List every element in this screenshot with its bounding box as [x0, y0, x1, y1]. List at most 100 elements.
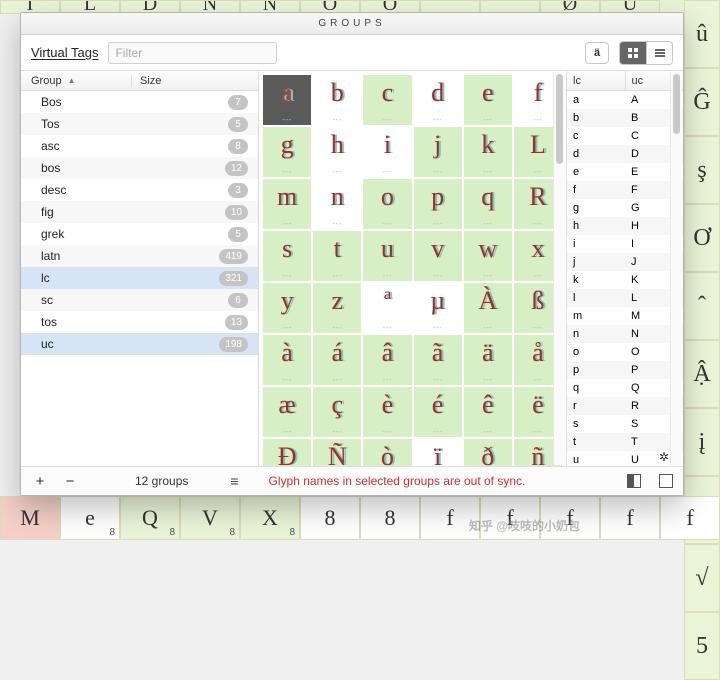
group-size-badge: 419 — [219, 249, 248, 264]
mapping-row[interactable]: mM — [567, 307, 683, 325]
glyph-cell[interactable]: ÑÑ--- — [313, 439, 361, 466]
glyph-cell[interactable]: oo--- — [363, 179, 411, 229]
glyph-cell[interactable]: nn--- — [313, 179, 361, 229]
mapping-row[interactable]: iI — [567, 235, 683, 253]
mapping-row[interactable]: qQ — [567, 379, 683, 397]
mapping-row[interactable]: oO — [567, 343, 683, 361]
group-row[interactable]: asc8 — [21, 135, 258, 157]
glyph-cell[interactable]: ÀÀ--- — [464, 283, 512, 333]
mapping-row[interactable]: fF — [567, 181, 683, 199]
virtual-tags-link[interactable]: Virtual Tags — [31, 45, 98, 60]
group-name: latn — [41, 249, 219, 263]
mapping-row[interactable]: hH — [567, 217, 683, 235]
mapping-header-lc[interactable]: lc — [567, 71, 625, 90]
glyph-cell[interactable]: ss--- — [263, 231, 311, 281]
glyph-cell[interactable]: mm--- — [263, 179, 311, 229]
right-scrollbar[interactable] — [670, 72, 682, 465]
mapping-row[interactable]: dD — [567, 145, 683, 163]
group-row[interactable]: sc6 — [21, 289, 258, 311]
glyph-cell[interactable]: hh--- — [313, 127, 361, 177]
glyph-grid[interactable]: aa---bb---cc---dd---ee---ff---gg---hh---… — [259, 71, 566, 466]
remove-button[interactable]: − — [61, 473, 79, 490]
glyph-cell[interactable]: éé--- — [414, 387, 462, 437]
glyph-cell[interactable]: ii--- — [363, 127, 411, 177]
glyph-cell[interactable]: èè--- — [363, 387, 411, 437]
mapping-row[interactable]: jJ — [567, 253, 683, 271]
scrollbar-thumb[interactable] — [556, 74, 563, 164]
mapping-row[interactable]: gG — [567, 199, 683, 217]
compare-mode-half-icon[interactable] — [627, 474, 641, 488]
glyph-cell[interactable]: ää--- — [464, 335, 512, 385]
mapping-list[interactable]: aAbBcCdDeEfFgGhHiIjJkKlLmMnNoOpPqQrRsStT… — [567, 91, 683, 466]
glyph-cell[interactable]: ââ--- — [363, 335, 411, 385]
glyph-cell[interactable]: ïï--- — [414, 439, 462, 466]
glyph-cell[interactable]: áá--- — [313, 335, 361, 385]
group-row[interactable]: bos12 — [21, 157, 258, 179]
glyph-cell[interactable]: êê--- — [464, 387, 512, 437]
glyph-cell[interactable]: ww--- — [464, 231, 512, 281]
mapping-row[interactable]: nN — [567, 325, 683, 343]
glyph-cell[interactable]: ee--- — [464, 75, 512, 125]
glyph-cell[interactable]: dd--- — [414, 75, 462, 125]
group-row[interactable]: desc3 — [21, 179, 258, 201]
mapping-row[interactable]: cC — [567, 127, 683, 145]
glyph-cell[interactable]: òò--- — [363, 439, 411, 466]
add-button[interactable]: + — [31, 473, 49, 490]
glyph-cell[interactable]: ææ--- — [263, 387, 311, 437]
scrollbar-thumb[interactable] — [673, 74, 680, 134]
glyph-cell[interactable]: uu--- — [363, 231, 411, 281]
group-row[interactable]: latn419 — [21, 245, 258, 267]
group-row[interactable]: Tos5 — [21, 113, 258, 135]
group-row[interactable]: fig10 — [21, 201, 258, 223]
view-grid-button[interactable] — [620, 42, 646, 64]
glyph-cell[interactable]: qq--- — [464, 179, 512, 229]
group-size-badge: 13 — [225, 315, 248, 330]
mapping-row[interactable]: tT — [567, 433, 683, 451]
glyph-cell[interactable]: yy--- — [263, 283, 311, 333]
compare-mode-empty-icon[interactable] — [659, 474, 673, 488]
glyph-cell[interactable]: àà--- — [263, 335, 311, 385]
groups-header-name[interactable]: Group ▲ — [21, 75, 131, 87]
group-row[interactable]: uc198 — [21, 333, 258, 355]
mapping-lc: e — [567, 166, 625, 178]
glyph-cell[interactable]: ªª--- — [363, 283, 411, 333]
preview-glyph-button[interactable]: ä — [585, 42, 609, 64]
group-row[interactable]: lc321 — [21, 267, 258, 289]
mapping-row[interactable]: sS — [567, 415, 683, 433]
groups-header-size[interactable]: Size — [131, 75, 161, 87]
glyph-cell[interactable]: çç--- — [313, 387, 361, 437]
glyph-cell[interactable]: pp--- — [414, 179, 462, 229]
glyph-cell[interactable]: jj--- — [414, 127, 462, 177]
glyph-label: --- — [414, 219, 462, 228]
filter-input[interactable] — [108, 42, 277, 64]
menu-icon[interactable]: ≡ — [230, 473, 238, 489]
glyph-cell[interactable]: µµ--- — [414, 283, 462, 333]
glyph-cell[interactable]: ãã--- — [414, 335, 462, 385]
mapping-row[interactable]: pP — [567, 361, 683, 379]
mapping-row[interactable]: aA — [567, 91, 683, 109]
glyph-cell[interactable]: bb--- — [313, 75, 361, 125]
group-name: bos — [41, 161, 225, 175]
glyph-cell[interactable]: cc--- — [363, 75, 411, 125]
mapping-row[interactable]: lL — [567, 289, 683, 307]
group-row[interactable]: grek5 — [21, 223, 258, 245]
glyph-cell[interactable]: vv--- — [414, 231, 462, 281]
glyph-cell[interactable]: kk--- — [464, 127, 512, 177]
center-scrollbar[interactable] — [553, 72, 565, 465]
mapping-row[interactable]: rR — [567, 397, 683, 415]
glyph-cell[interactable]: gg--- — [263, 127, 311, 177]
group-size-badge: 10 — [225, 205, 248, 220]
glyph-cell[interactable]: ðð--- — [464, 439, 512, 466]
glyph-cell[interactable]: zz--- — [313, 283, 361, 333]
mapping-row[interactable]: bB — [567, 109, 683, 127]
view-list-button[interactable] — [646, 42, 672, 64]
group-row[interactable]: Bos7 — [21, 91, 258, 113]
glyph-cell[interactable]: ÐÐ--- — [263, 439, 311, 466]
mapping-row[interactable]: eE — [567, 163, 683, 181]
gear-icon[interactable]: ✲ — [659, 450, 669, 464]
glyph-cell[interactable]: aa--- — [263, 75, 311, 125]
group-row[interactable]: tos13 — [21, 311, 258, 333]
mapping-row[interactable]: kK — [567, 271, 683, 289]
groups-list[interactable]: Bos7Tos5asc8bos12desc3fig10grek5latn419l… — [21, 91, 258, 466]
glyph-cell[interactable]: tt--- — [313, 231, 361, 281]
